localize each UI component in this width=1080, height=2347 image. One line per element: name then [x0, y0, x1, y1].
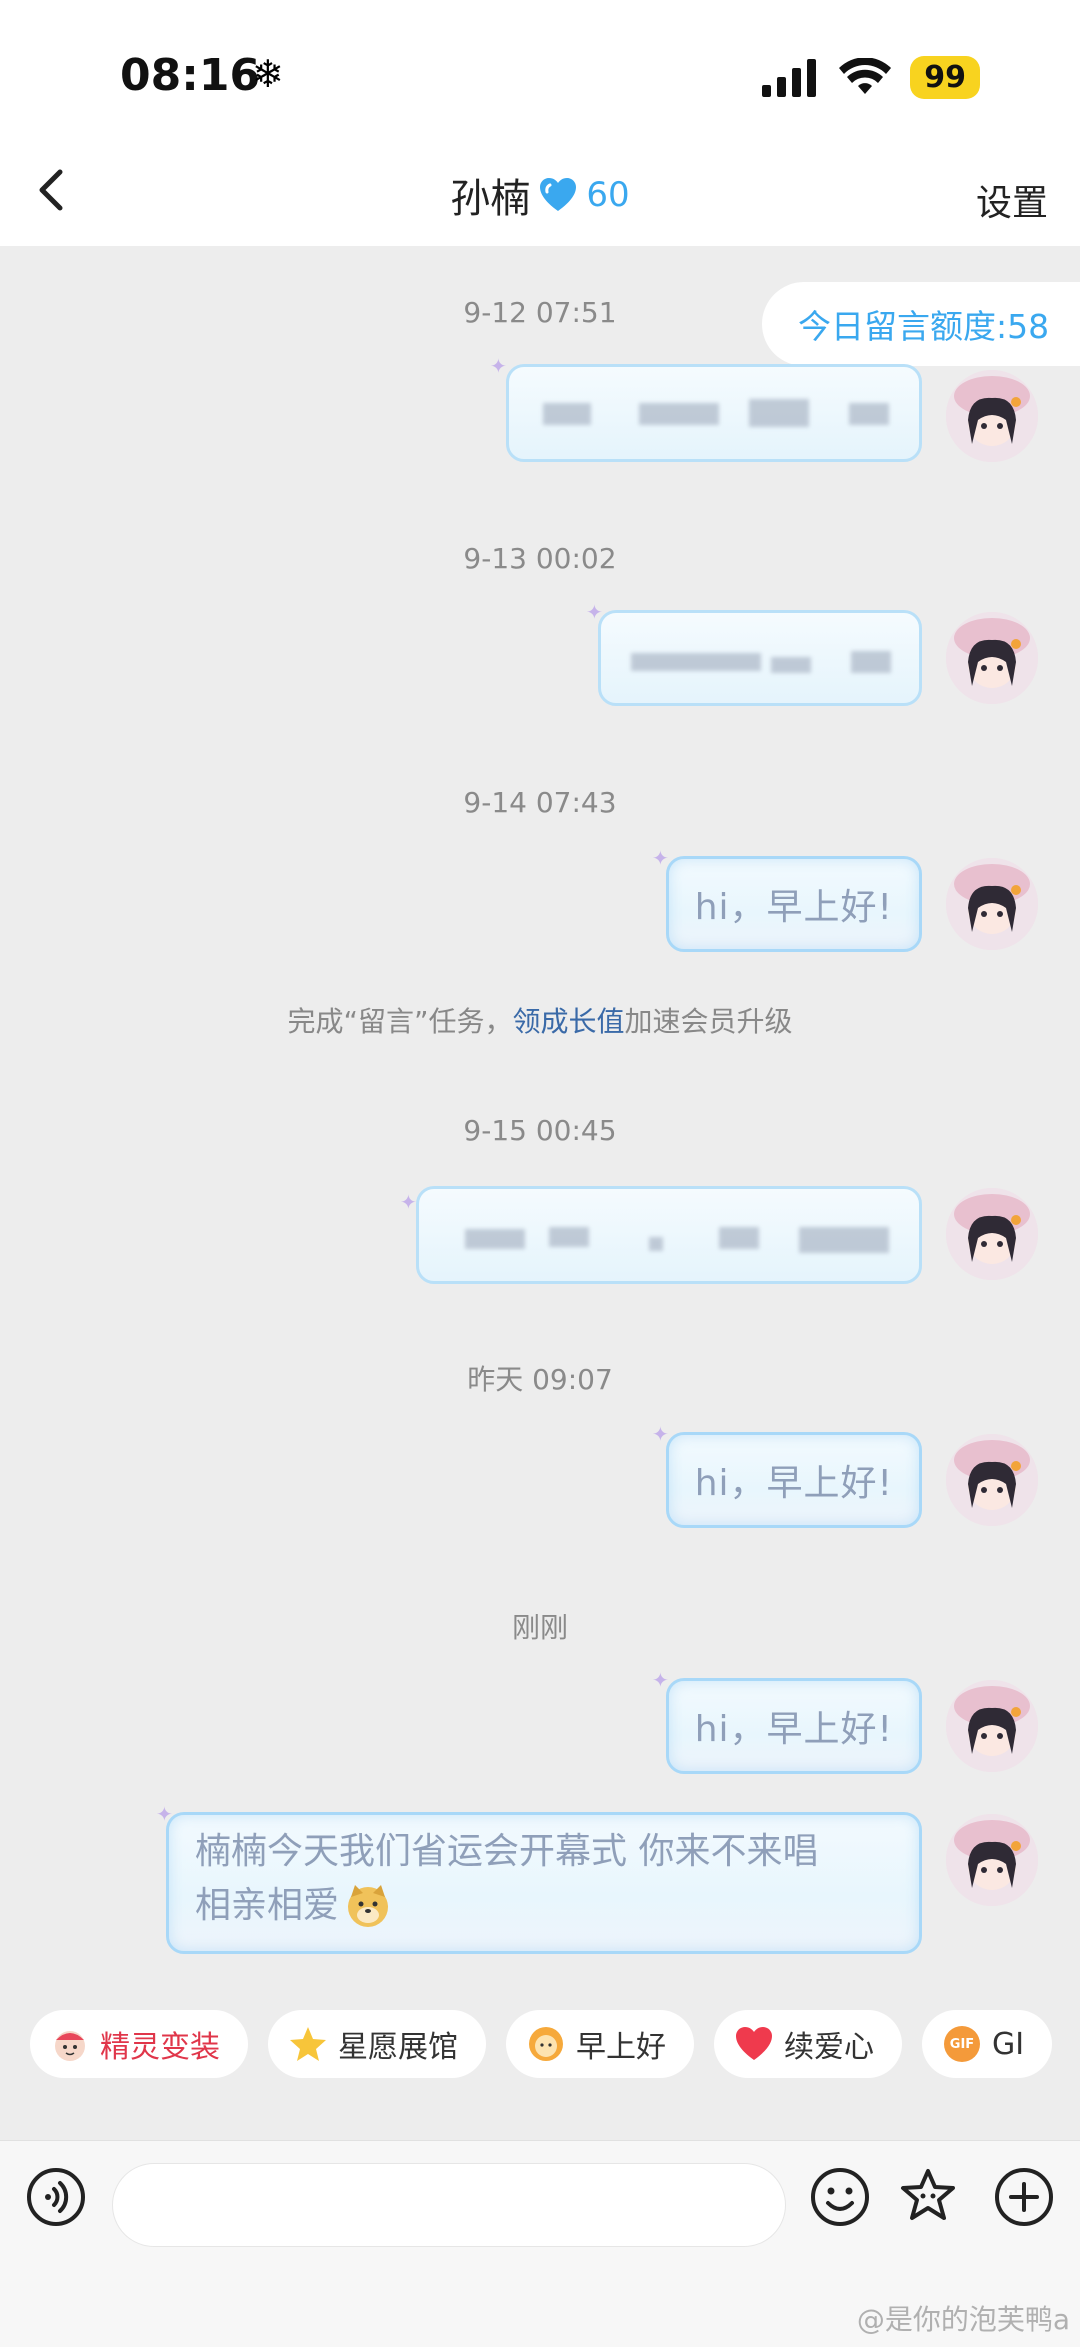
sun-face-icon — [526, 2024, 566, 2064]
chip-sprite-dress[interactable]: 精灵变装 — [30, 2010, 248, 2078]
message-text: hi，早上好! — [694, 1709, 893, 1750]
message-bubble[interactable]: hi，早上好! — [665, 1678, 922, 1774]
avatar[interactable] — [946, 1188, 1038, 1280]
message-line-text: 相亲相爱 — [195, 1885, 340, 1926]
message-bubble[interactable]: hi，早上好! — [665, 856, 922, 952]
sparkle-icon: ✦ — [652, 846, 669, 870]
avatar[interactable] — [946, 370, 1038, 462]
task-notice: 完成“留言”任务，领成长值加速会员升级 — [0, 1000, 1080, 1040]
blue-heart-icon — [540, 178, 577, 211]
message-input[interactable] — [112, 2163, 786, 2247]
notice-text: 完成“留言”任务， — [287, 1005, 513, 1038]
message-bubble-blurred[interactable] — [506, 364, 922, 462]
wifi-icon — [839, 57, 892, 94]
doge-emoji-icon — [348, 1885, 389, 1927]
quick-chips: 精灵变装 星愿展馆 早上好 续爱心 GIF GI — [30, 2010, 1053, 2078]
sparkle-icon: ✦ — [156, 1802, 173, 1826]
message-line: 相亲相爱 — [195, 1879, 818, 1933]
sprite-icon — [50, 2024, 90, 2064]
message-bubble[interactable]: hi，早上好! — [665, 1432, 922, 1528]
settings-button[interactable]: 设置 — [976, 174, 1048, 226]
timestamp: 9-13 00:02 — [463, 542, 617, 575]
chip-label: 星愿展馆 — [338, 2030, 458, 2065]
chip-label: 续爱心 — [784, 2030, 874, 2065]
avatar[interactable] — [946, 1814, 1038, 1906]
chip-label: 早上好 — [576, 2030, 666, 2065]
header: 08:16 ❄ 99 孙楠 60 设置 — [0, 0, 1080, 246]
message-bubble-blurred[interactable] — [598, 610, 922, 706]
snowflake-icon: ❄ — [252, 52, 284, 96]
signal-icon — [762, 58, 817, 97]
emoji-icon[interactable] — [808, 2165, 872, 2229]
chip-label: GI — [992, 2026, 1025, 2062]
timestamp: 刚刚 — [511, 1611, 568, 1644]
avatar[interactable] — [946, 1680, 1038, 1772]
sparkle-icon: ✦ — [586, 600, 603, 624]
sparkle-icon: ✦ — [400, 1190, 417, 1214]
star-icon — [288, 2024, 328, 2064]
sticker-icon[interactable] — [896, 2165, 960, 2229]
growth-link[interactable]: 领成长值 — [512, 1005, 624, 1038]
chip-label: 精灵变装 — [100, 2030, 220, 2065]
timestamp: 9-12 07:51 — [463, 296, 617, 329]
chip-renew-love[interactable]: 续爱心 — [714, 2010, 902, 2078]
voice-icon[interactable] — [24, 2165, 88, 2229]
status-time: 08:16 — [120, 50, 261, 101]
watermark: @是你的泡芙鸭a — [856, 2303, 1070, 2336]
message-bubble[interactable]: 楠楠今天我们省运会开幕式 你来不来唱 相亲相爱 — [166, 1812, 922, 1954]
battery-badge: 99 — [910, 56, 980, 99]
heart-icon — [734, 2024, 774, 2064]
chip-wish-gallery[interactable]: 星愿展馆 — [268, 2010, 486, 2078]
friend-level: 60 — [586, 175, 630, 215]
avatar[interactable] — [946, 612, 1038, 704]
timestamp: 昨天 09:07 — [467, 1363, 613, 1396]
avatar[interactable] — [946, 858, 1038, 950]
add-icon[interactable] — [992, 2165, 1056, 2229]
notice-text: 加速会员升级 — [624, 1005, 793, 1038]
chat-title[interactable]: 孙楠 60 — [0, 166, 1080, 224]
sparkle-icon: ✦ — [490, 354, 507, 378]
avatar[interactable] — [946, 1434, 1038, 1526]
message-line: 楠楠今天我们省运会开幕式 你来不来唱 — [195, 1831, 819, 1872]
message-bubble-blurred[interactable] — [416, 1186, 922, 1284]
sparkle-icon: ✦ — [652, 1422, 669, 1446]
contact-name: 孙楠 — [450, 176, 531, 222]
gif-badge: GIF — [944, 2026, 980, 2062]
timestamp: 9-15 00:45 — [463, 1114, 617, 1147]
chip-good-morning[interactable]: 早上好 — [506, 2010, 694, 2078]
sparkle-icon: ✦ — [652, 1668, 669, 1692]
status-indicators: 99 — [760, 56, 980, 99]
chip-gif[interactable]: GIF GI — [922, 2010, 1053, 2078]
message-text: 楠楠今天我们省运会开幕式 你来不来唱 相亲相爱 — [195, 1825, 818, 1933]
message-text: hi，早上好! — [694, 887, 893, 928]
timestamp: 9-14 07:43 — [463, 786, 617, 819]
gif-icon: GIF — [942, 2024, 982, 2064]
message-text: hi，早上好! — [694, 1463, 893, 1504]
